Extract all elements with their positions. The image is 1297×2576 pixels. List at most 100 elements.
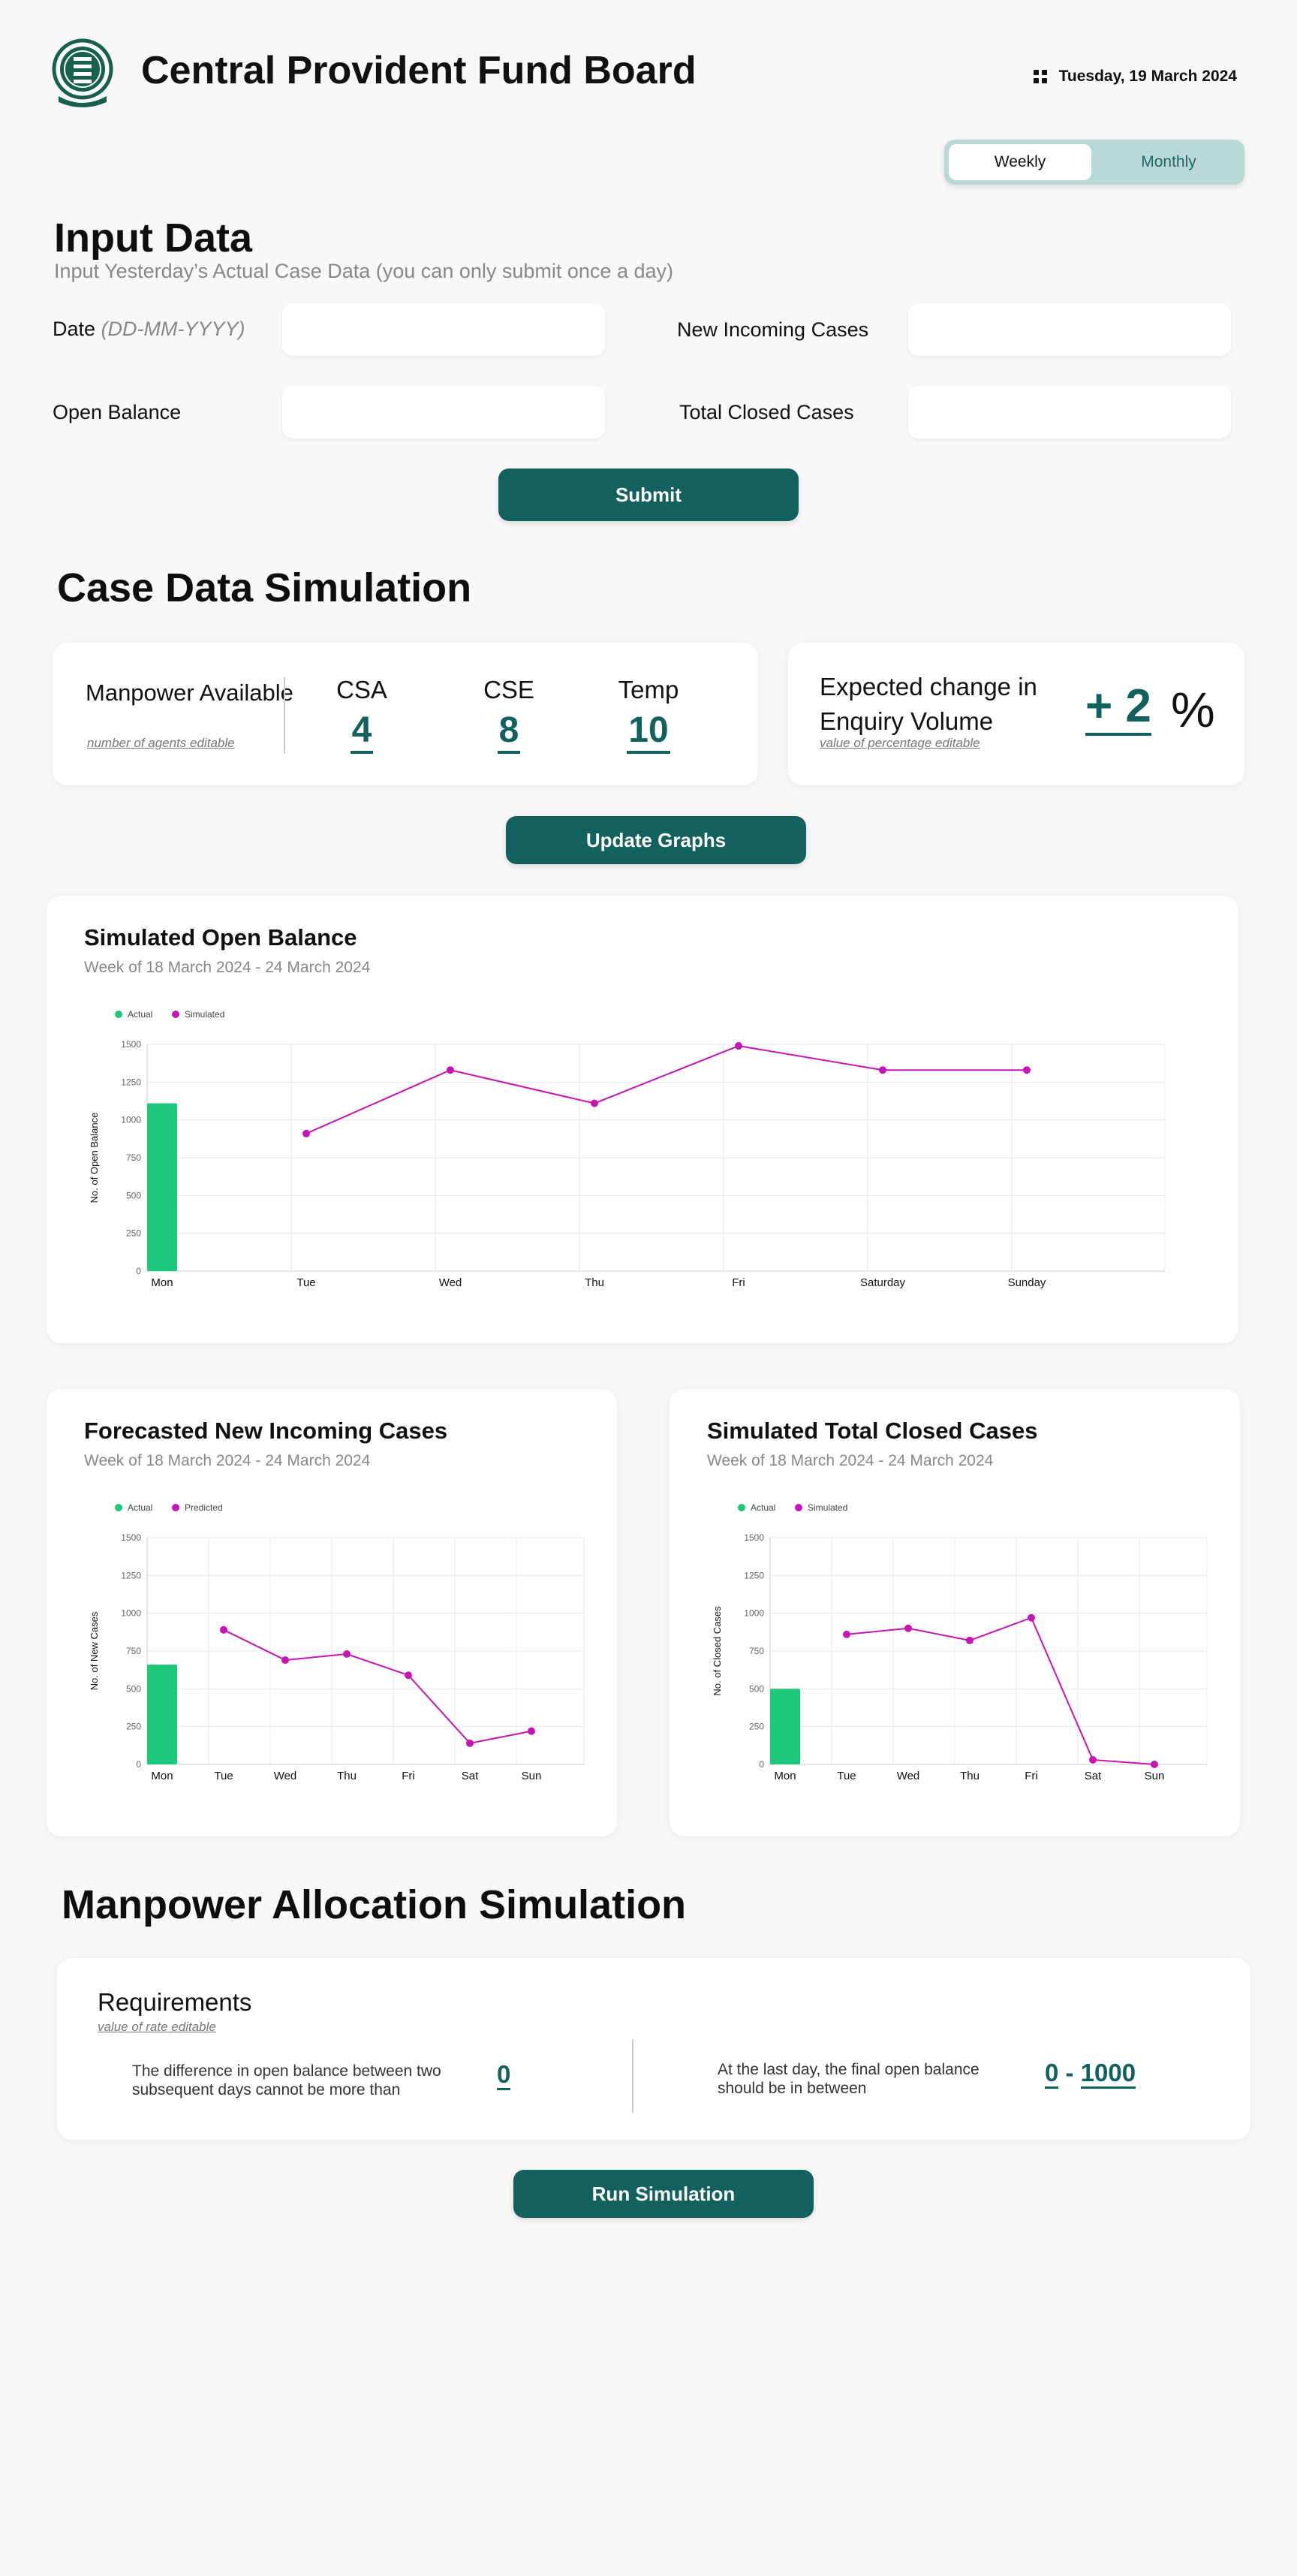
date-label-text: Date [53, 318, 96, 340]
data-point [1151, 1761, 1158, 1768]
data-point [466, 1739, 474, 1747]
data-point [447, 1066, 454, 1074]
req2-range-separator: - [1065, 2059, 1074, 2086]
update-graphs-button[interactable]: Update Graphs [506, 816, 806, 864]
x-tick-label: Thu [337, 1770, 357, 1782]
input-data-heading: Input Data [54, 215, 252, 261]
new-cases-chart-card: Forecasted New Incoming Cases Week of 18… [47, 1389, 617, 1836]
toggle-weekly[interactable]: Weekly [949, 144, 1091, 180]
x-tick-label: Sun [522, 1770, 542, 1782]
current-date: Tuesday, 19 March 2024 [1033, 68, 1237, 86]
legend-marker [172, 1504, 179, 1511]
x-tick-label: Fri [402, 1770, 415, 1782]
app-title: Central Provident Fund Board [141, 49, 697, 92]
chart-grid [146, 1537, 585, 1765]
input-data-subtitle: Input Yesterday’s Actual Case Data (you … [54, 260, 673, 282]
x-tick-label: Sat [462, 1770, 479, 1782]
submit-button[interactable]: Submit [498, 469, 799, 521]
open-balance-input[interactable] [282, 386, 605, 438]
open-balance-label: Open Balance [53, 401, 182, 423]
y-tick-label: 1500 [121, 1532, 141, 1543]
agent-temp-label: Temp [618, 676, 679, 704]
x-tick-label: Sunday [1008, 1276, 1046, 1289]
data-point [1028, 1613, 1035, 1622]
legend-marker [115, 1011, 122, 1018]
x-tick-label: Fri [1025, 1770, 1038, 1782]
agent-cse: CSE 8 [464, 676, 554, 754]
x-tick-label: Thu [960, 1770, 980, 1782]
chart-legend: Actual Simulated [738, 1502, 847, 1513]
y-tick-label: 1000 [744, 1608, 764, 1619]
y-tick-label: 0 [136, 1759, 141, 1770]
y-tick-label: 250 [126, 1722, 141, 1732]
req1-value[interactable]: 0 [497, 2060, 511, 2090]
date-format-hint: (DD-MM-YYYY) [101, 318, 245, 340]
requirements-divider [632, 2039, 633, 2113]
bar-mon [770, 1689, 800, 1764]
manpower-hint: number of agents editable [87, 736, 235, 750]
y-tick-label: 1500 [744, 1532, 764, 1543]
y-tick-label: 500 [749, 1683, 764, 1694]
x-tick-label: Tue [214, 1770, 233, 1782]
x-tick-label: Tue [837, 1770, 856, 1782]
requirements-card: Requirements value of rate editable The … [57, 1958, 1250, 2140]
data-point [528, 1727, 535, 1735]
chart-legend: Actual Predicted [115, 1502, 223, 1513]
y-tick-label: 750 [126, 1646, 141, 1656]
agent-cse-label: CSE [483, 676, 534, 704]
x-tick-label: Mon [151, 1276, 173, 1289]
y-tick-label: 500 [126, 1190, 141, 1201]
req2-min-value[interactable]: 0 [1045, 2059, 1059, 2089]
new-incoming-input[interactable] [908, 303, 1231, 356]
date-input[interactable] [282, 303, 605, 356]
x-tick-label: Fri [732, 1276, 745, 1289]
new-cases-chart: Actual Predicted 0 250 500 750 1000 1250 1500 Mon… [89, 1502, 585, 1782]
legend-label: Predicted [185, 1502, 223, 1513]
agent-csa-value[interactable]: 4 [350, 710, 374, 754]
y-tick-label: 250 [749, 1722, 764, 1732]
enquiry-value[interactable]: + 2 [1085, 680, 1151, 736]
x-tick-label: Sat [1085, 1770, 1102, 1782]
manpower-card: Manpower Available number of agents edit… [53, 643, 758, 785]
data-point [405, 1671, 412, 1680]
cpf-crest-icon [52, 38, 113, 107]
open-balance-chart: Actual Simulated 0 250 500 750 1000 1250 1500 Mon… [89, 1009, 1166, 1289]
x-tick-label: Mon [774, 1770, 796, 1782]
agent-cse-value[interactable]: 8 [497, 710, 521, 754]
data-point [904, 1624, 912, 1632]
enquiry-label: Expected change in Enquiry Volume [820, 673, 1037, 735]
data-point [735, 1042, 742, 1050]
bar-mon [147, 1665, 177, 1764]
req2-max-value[interactable]: 1000 [1080, 2059, 1136, 2089]
agent-csa-label: CSA [336, 676, 387, 704]
data-point [281, 1656, 289, 1665]
case-sim-heading: Case Data Simulation [57, 565, 472, 610]
closed-cases-chart: Actual Simulated 0 250 500 750 1000 1250 1500 Mon… [712, 1502, 1208, 1782]
run-simulation-button[interactable]: Run Simulation [513, 2170, 814, 2218]
total-closed-input[interactable] [908, 386, 1231, 438]
bar-mon [147, 1103, 177, 1271]
new-incoming-label: New Incoming Cases [677, 318, 869, 341]
y-tick-label: 500 [126, 1683, 141, 1694]
agent-temp-value[interactable]: 10 [627, 710, 670, 754]
toggle-monthly[interactable]: Monthly [1097, 144, 1240, 180]
x-tick-label: Mon [151, 1770, 173, 1782]
manpower-divider [284, 677, 285, 754]
total-closed-label: Total Closed Cases [679, 401, 854, 423]
legend-label: Actual [751, 1502, 775, 1513]
y-tick-label: 750 [749, 1646, 764, 1656]
date-text: Tuesday, 19 March 2024 [1058, 68, 1237, 85]
data-point [966, 1636, 974, 1644]
data-point [1089, 1755, 1097, 1764]
agent-csa: CSA 4 [317, 676, 407, 754]
header: Central Provident Fund Board Tuesday, 19… [0, 0, 1297, 143]
y-tick-label: 1250 [744, 1570, 764, 1580]
period-toggle: Weekly Monthly [944, 140, 1244, 185]
date-label: Date (DD-MM-YYYY) [53, 318, 245, 341]
y-tick-label: 1500 [121, 1039, 141, 1050]
y-tick-label: 1250 [121, 1570, 141, 1580]
chart-grid [769, 1537, 1208, 1765]
req1-value-text[interactable]: 0 [497, 2060, 511, 2090]
y-tick-label: 250 [126, 1228, 141, 1239]
x-tick-label: Wed [897, 1770, 920, 1782]
